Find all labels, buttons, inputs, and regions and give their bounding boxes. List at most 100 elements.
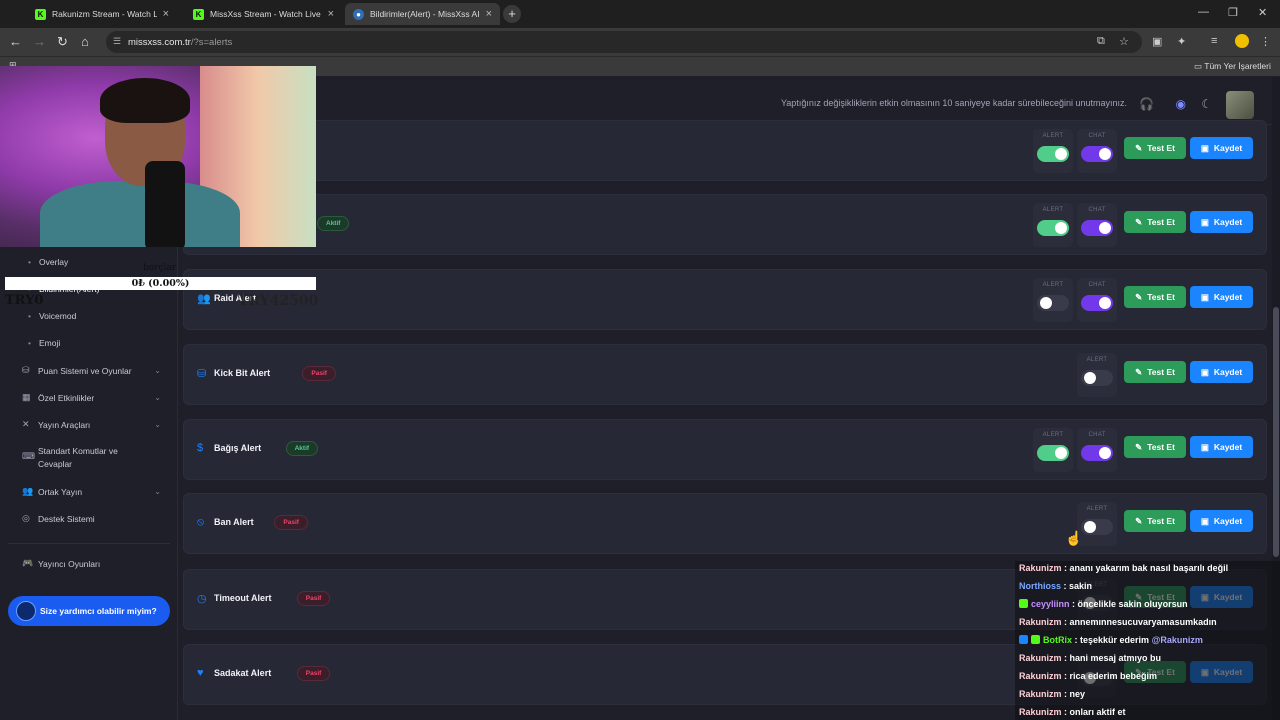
sidebar-item-puan-sistemi[interactable]: ⛁ Puan Sistemi ve Oyunlar ⌄ — [22, 365, 167, 376]
save-label: Kaydet — [1213, 516, 1243, 526]
install-app-icon[interactable]: ⧉ — [1097, 35, 1105, 48]
test-button[interactable]: ✎ Test Et — [1124, 211, 1186, 233]
sidebar-item-ortak-yayin[interactable]: 👥 Ortak Yayın ⌄ — [22, 486, 167, 497]
chat-username: Northioss — [1019, 581, 1062, 591]
sidebar-subitem-overlay[interactable]: Overlay — [28, 257, 68, 267]
test-button[interactable]: ✎ Test Et — [1124, 510, 1186, 532]
home-icon[interactable]: ⌂ — [81, 34, 89, 49]
status-badge: Pasif — [296, 666, 331, 681]
status-badge: Pasif — [296, 591, 331, 606]
chat-message: ceyyliinn : öncelikle sakin oluyorsun — [1019, 599, 1188, 609]
sidebar-subitem-voicemod[interactable]: Voicemod — [28, 311, 76, 321]
save-button[interactable]: ▣ Kaydet — [1190, 286, 1253, 308]
moon-icon[interactable]: ☾ — [1201, 97, 1212, 111]
floppy-disk-icon: ▣ — [1200, 515, 1209, 526]
save-button[interactable]: ▣ Kaydet — [1190, 510, 1253, 532]
all-bookmarks[interactable]: ▭ Tüm Yer İşaretleri — [1194, 61, 1271, 72]
test-label: Test Et — [1147, 143, 1175, 153]
test-button[interactable]: ✎ Test Et — [1124, 361, 1186, 383]
menu-icon[interactable]: ⋮ — [1260, 35, 1271, 48]
tab-label: Bildirimler(Alert) - MissXss AI Bot — [370, 9, 480, 19]
test-button[interactable]: ✎ Test Et — [1124, 137, 1186, 159]
help-chat-button[interactable]: Size yardımcı olabilir miyim? — [8, 596, 170, 626]
mouse-cursor-icon: ☝ — [1065, 530, 1083, 546]
scrollbar-thumb[interactable] — [1273, 307, 1279, 557]
alert-toggle[interactable] — [1037, 146, 1069, 162]
user-avatar[interactable] — [1226, 91, 1254, 119]
save-button[interactable]: ▣ Kaydet — [1190, 361, 1253, 383]
chat-toggle[interactable] — [1081, 445, 1113, 461]
toggle-knob — [1084, 372, 1096, 384]
sidebar-item-yayin-araclari[interactable]: ✕ Yayın Araçları ⌄ — [22, 419, 167, 430]
alert-toggle[interactable] — [1037, 445, 1069, 461]
sidebar-item-ozel-etkinlikler[interactable]: ▦ Özel Etkinlikler ⌄ — [22, 392, 167, 403]
close-window-icon[interactable]: ✕ — [1258, 6, 1267, 19]
alert-toggle[interactable] — [1037, 295, 1069, 311]
save-button[interactable]: ▣ Kaydet — [1190, 211, 1253, 233]
back-icon[interactable]: ← — [9, 34, 22, 49]
alert-toggle-group: ALERT — [1033, 428, 1073, 472]
extension-icon[interactable]: ▣ — [1152, 35, 1162, 48]
sidebar-item-label: Standart Komutlar ve Cevaplar — [38, 446, 118, 469]
tab-bildirimler[interactable]: ● Bildirimler(Alert) - MissXss AI Bot × — [345, 3, 500, 25]
coins-icon: ⛁ — [22, 365, 30, 375]
save-button[interactable]: ▣ Kaydet — [1190, 137, 1253, 159]
alert-card: ALERT CHAT ✎ Test Et ▣ Kaydet — [183, 120, 1267, 181]
discord-icon[interactable]: ◉ — [1176, 97, 1186, 111]
tab-missxss-stream[interactable]: K MissXss Stream - Watch Live on Kick × — [185, 3, 342, 25]
chat-username: Rakunizm — [1019, 617, 1062, 627]
chat-text: annemınnesucuvaryamasumkadın — [1069, 617, 1217, 627]
close-tab-icon[interactable]: × — [163, 8, 169, 20]
tab-rakunizm-stream[interactable]: K Rakunizm Stream - Watch Live on Kick × — [27, 3, 177, 25]
alert-toggle[interactable] — [1081, 519, 1113, 535]
chat-message: Rakunizm : annemınnesucuvaryamasumkadın — [1019, 617, 1217, 627]
url-host: missxss.com.tr — [128, 36, 191, 48]
chat-toggle[interactable] — [1081, 220, 1113, 236]
chat-text: ney — [1069, 689, 1086, 699]
alert-card: $ Bağış Alert Aktif ALERT CHAT ✎ Test Et ▣ Ka… — [183, 419, 1267, 480]
test-label: Test Et — [1147, 516, 1175, 526]
new-tab-button[interactable]: + — [503, 5, 521, 23]
sidebar-item-label: Yayın Araçları — [38, 419, 91, 430]
site-info-icon[interactable]: ☰ — [113, 36, 121, 47]
chat-message: Rakunizm : onları aktif et — [1019, 707, 1126, 717]
test-button[interactable]: ✎ Test Et — [1124, 286, 1186, 308]
forward-icon[interactable]: → — [33, 34, 46, 49]
sidebar-item-destek-sistemi[interactable]: ◎ Destek Sistemi — [22, 513, 167, 524]
headset-icon[interactable]: 🎧 — [1139, 97, 1154, 111]
media-icon[interactable]: ≡ — [1211, 35, 1217, 47]
chat-toggle[interactable] — [1081, 295, 1113, 311]
sidebar-item-yayinci-oyunlari[interactable]: 🎮 Yayıncı Oyunları — [22, 558, 167, 569]
test-button[interactable]: ✎ Test Et — [1124, 436, 1186, 458]
test-label: Test Et — [1147, 217, 1175, 227]
alert-title: Kick Bit Alert — [214, 368, 271, 378]
close-tab-icon[interactable]: × — [486, 8, 492, 20]
sidebar-subitem-emoji[interactable]: Emoji — [28, 338, 60, 348]
chat-toggle-label: CHAT — [1088, 207, 1106, 213]
test-label: Test Et — [1147, 367, 1175, 377]
save-button[interactable]: ▣ Kaydet — [1190, 436, 1253, 458]
alert-toggle-label: ALERT — [1086, 357, 1108, 363]
keyboard-icon: ⌨ — [22, 451, 35, 461]
tab-label: Rakunizm Stream - Watch Live on Kick — [52, 9, 157, 19]
bookmark-star-icon[interactable]: ☆ — [1119, 35, 1129, 48]
chat-username: Rakunizm — [1019, 653, 1062, 663]
sidebar-item-label: Yayıncı Oyunları — [38, 558, 101, 569]
address-bar[interactable]: ☰ missxss.com.tr/?s=alerts — [106, 31, 1142, 53]
minimize-icon[interactable]: — — [1198, 6, 1209, 18]
puzzle-icon[interactable]: ✦ — [1177, 35, 1186, 48]
chat-toggle[interactable] — [1081, 146, 1113, 162]
close-tab-icon[interactable]: × — [328, 8, 334, 20]
alert-toggle[interactable] — [1081, 370, 1113, 386]
chat-toggle-group: CHAT — [1077, 129, 1117, 173]
donation-ticker: 0₺ (0.00%) — [5, 277, 316, 290]
url-path: /?s=alerts — [190, 36, 233, 48]
floppy-disk-icon: ▣ — [1200, 142, 1209, 153]
kick-logo-icon: K — [35, 8, 46, 20]
floppy-disk-icon: ▣ — [1200, 441, 1209, 452]
reload-icon[interactable]: ↻ — [57, 34, 68, 50]
sidebar-item-standart-komutlar[interactable]: ⌨ Standart Komutlar ve Cevaplar — [22, 445, 167, 471]
maximize-icon[interactable]: ❐ — [1228, 6, 1238, 19]
alert-toggle[interactable] — [1037, 220, 1069, 236]
profile-avatar[interactable] — [1235, 34, 1249, 48]
